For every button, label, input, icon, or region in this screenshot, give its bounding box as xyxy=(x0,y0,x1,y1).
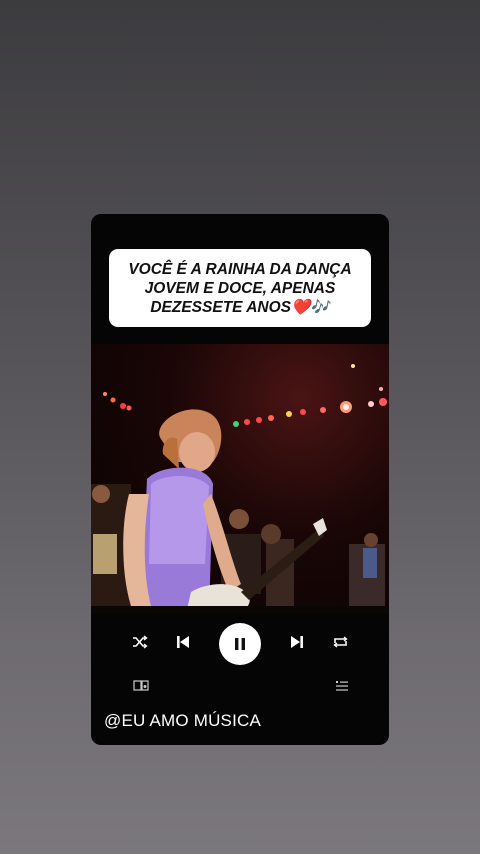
stage-lights xyxy=(103,364,387,427)
devices-icon xyxy=(133,680,149,691)
playback-controls xyxy=(91,614,389,676)
queue-button[interactable] xyxy=(334,678,350,694)
caption-line-2: JOVEM E DOCE, APENAS xyxy=(144,279,336,297)
caption-line-1: VOCÊ É A RAINHA DA DANÇA xyxy=(128,260,352,278)
concert-video[interactable] xyxy=(91,344,389,614)
repeat-button[interactable] xyxy=(329,631,351,653)
next-icon xyxy=(291,636,303,648)
music-player-card: VOCÊ É A RAINHA DA DANÇA JOVEM E DOCE, A… xyxy=(91,214,389,745)
song-caption: VOCÊ É A RAINHA DA DANÇA JOVEM E DOCE, A… xyxy=(109,249,371,327)
previous-icon xyxy=(177,636,189,648)
pause-icon xyxy=(235,638,245,650)
concert-scene-graphic xyxy=(91,364,389,614)
devices-button[interactable] xyxy=(133,678,149,694)
channel-handle: @EU AMO MÚSICA xyxy=(104,711,262,730)
next-button[interactable] xyxy=(286,631,308,653)
shuffle-icon xyxy=(133,635,148,649)
caption-line-3: DEZESSETE ANOS❤️🎶 xyxy=(150,298,330,316)
queue-icon xyxy=(336,681,348,691)
shuffle-button[interactable] xyxy=(129,631,151,653)
pause-button[interactable] xyxy=(219,623,261,665)
previous-button[interactable] xyxy=(172,631,194,653)
repeat-icon xyxy=(332,636,348,648)
